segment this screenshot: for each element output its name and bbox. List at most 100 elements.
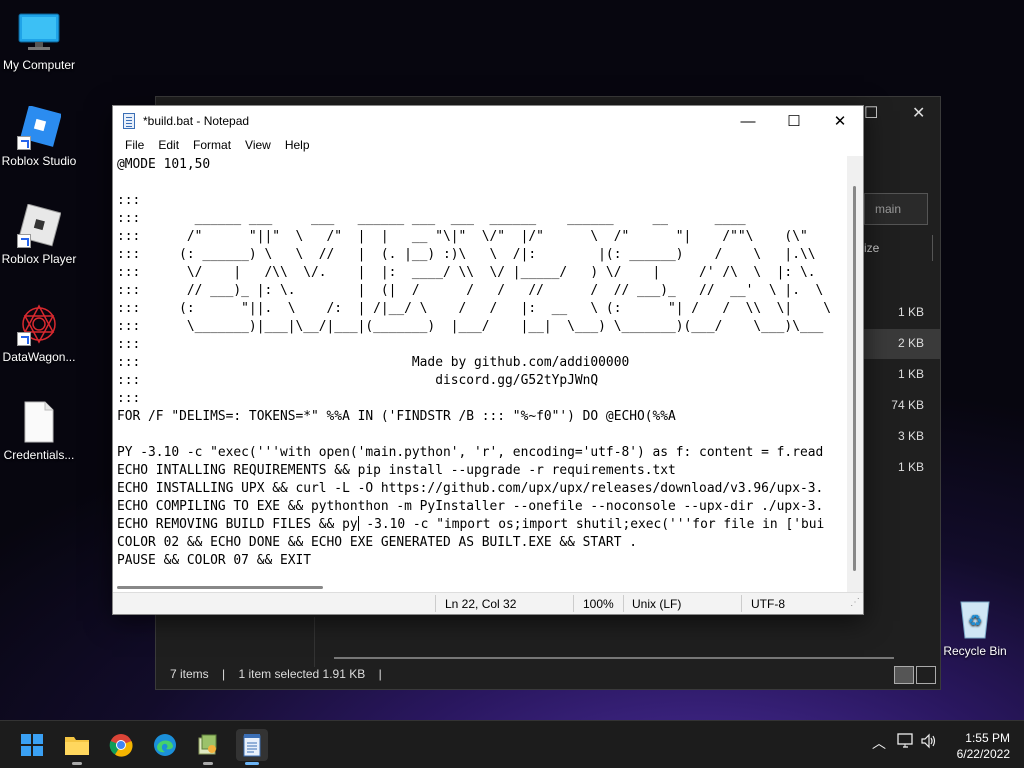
close-button[interactable]: ✕: [817, 106, 863, 136]
control-panel-icon: [198, 734, 217, 755]
desktop-icon-label: Roblox Studio: [1, 154, 77, 168]
status-divider: [623, 595, 624, 612]
text-line: ECHO INTALLING REQUIREMENTS && pip insta…: [117, 463, 676, 478]
text-line: ::: \/ | /\\ \/. | |: ____/ \\ \/ |_____…: [117, 265, 816, 280]
item-count: 7 items: [170, 667, 209, 681]
text-line: ECHO COMPILING TO EXE && pythonthon -m P…: [117, 499, 824, 514]
resize-grip-icon[interactable]: ⋰: [850, 597, 860, 608]
desktop-icon-label: Credentials...: [3, 448, 75, 462]
tiles-view-button[interactable]: [916, 666, 936, 684]
shortcut-arrow-icon: [17, 332, 31, 346]
desktop-icon-label: Recycle Bin: [943, 644, 1007, 658]
file-size: 1 KB: [897, 460, 924, 474]
menu-help[interactable]: Help: [279, 136, 316, 156]
explorer-status-bar: 7 items | 1 item selected 1.91 KB |: [156, 659, 940, 689]
show-hidden-icons-chevron-up-icon[interactable]: ︿: [872, 733, 886, 753]
network-icon[interactable]: [897, 733, 915, 752]
notepad-icon: [123, 113, 135, 129]
running-indicator: [203, 762, 213, 765]
selection-info: 1 item selected 1.91 KB: [238, 667, 366, 681]
file-size: 74 KB: [891, 398, 924, 412]
recycle-bin-icon: ♻: [953, 596, 997, 640]
status-bar: Ln 22, Col 32 100% Unix (LF) UTF-8 ⋰: [113, 592, 863, 614]
desktop-icon-roblox-player[interactable]: Roblox Player: [0, 203, 79, 266]
horizontal-scrollbar[interactable]: [113, 576, 849, 593]
column-divider: [932, 235, 933, 261]
clock-time: 1:55 PM: [965, 731, 1010, 745]
menu-format[interactable]: Format: [187, 136, 237, 156]
monitor-icon: [17, 10, 61, 54]
edge-icon: [154, 734, 176, 756]
chrome-taskbar-button[interactable]: [105, 729, 137, 761]
text-line: ::: ______ ___ ___ ______ ___ ___ ______…: [117, 211, 746, 226]
desktop-icon-label: DataWagon...: [2, 350, 76, 364]
desktop-icon-label: Roblox Player: [1, 252, 77, 266]
editor-content[interactable]: @MODE 101,50 ::: ::: ______ ___ ___ ____…: [117, 156, 849, 570]
vertical-scrollbar[interactable]: [847, 156, 863, 593]
edge-taskbar-button[interactable]: [149, 729, 181, 761]
text-line: ::: \_______)|___|\__/|___|(_______) |__…: [117, 319, 824, 334]
size-column-header[interactable]: ize: [864, 241, 879, 255]
status-divider: |: [378, 667, 382, 681]
text-editor[interactable]: @MODE 101,50 ::: ::: ______ ___ ___ ____…: [113, 156, 849, 593]
menu-bar: File Edit Format View Help: [113, 136, 863, 156]
volume-icon[interactable]: [920, 733, 938, 752]
running-indicator: [245, 762, 259, 765]
text-line: ::: // ___)_ |: \. | (| / / / // / // __…: [117, 283, 824, 298]
text-line: @MODE 101,50: [117, 157, 211, 172]
text-file-icon: [17, 400, 61, 444]
running-indicator: [72, 762, 82, 765]
text-line: PAUSE && COLOR 07 && EXIT: [117, 553, 312, 568]
menu-file[interactable]: File: [119, 136, 150, 156]
cursor-position: Ln 22, Col 32: [445, 597, 517, 611]
file-size: 3 KB: [897, 429, 924, 443]
encoding: UTF-8: [751, 597, 785, 611]
window-title: *build.bat - Notepad: [143, 114, 250, 128]
desktop-icon-recycle-bin[interactable]: ♻ Recycle Bin: [935, 596, 1015, 658]
details-view-button[interactable]: [894, 666, 914, 684]
notepad-window[interactable]: *build.bat - Notepad — ☐ ✕ File Edit For…: [112, 105, 864, 615]
text-line: ECHO REMOVING BUILD FILES && py: [117, 517, 358, 532]
scrollbar-thumb[interactable]: [853, 186, 856, 571]
shortcut-arrow-icon: [17, 234, 31, 248]
app-taskbar-button[interactable]: [192, 729, 224, 765]
file-size: 2 KB: [897, 336, 924, 350]
close-icon[interactable]: ✕: [912, 103, 925, 123]
start-button[interactable]: [16, 729, 48, 761]
clock-date: 6/22/2022: [956, 747, 1010, 761]
status-divider: [435, 595, 436, 612]
file-size: 1 KB: [897, 305, 924, 319]
minimize-button[interactable]: —: [725, 106, 771, 136]
datawagon-icon: [17, 302, 61, 346]
text-line: PY -3.10 -c "exec('''with open('main.pyt…: [117, 445, 824, 460]
desktop-icon-roblox-studio[interactable]: Roblox Studio: [0, 105, 79, 168]
roblox-player-icon: [17, 203, 62, 248]
desktop-icon-credentials[interactable]: Credentials...: [0, 400, 79, 462]
text-line: FOR /F "DELIMS=: TOKENS=*" %%A IN ('FIND…: [117, 409, 676, 424]
line-endings: Unix (LF): [632, 597, 682, 611]
status-divider: [573, 595, 574, 612]
search-input[interactable]: main: [864, 193, 928, 225]
scrollbar-thumb[interactable]: [117, 586, 323, 589]
file-size: 1 KB: [897, 367, 924, 381]
shortcut-arrow-icon: [17, 136, 31, 150]
svg-text:♻: ♻: [968, 611, 982, 630]
text-line: :::: [117, 193, 141, 208]
maximize-icon[interactable]: ☐: [864, 103, 878, 123]
zoom-level: 100%: [583, 597, 614, 611]
notepad-icon: [243, 734, 261, 757]
system-clock[interactable]: 1:55 PM 6/22/2022: [948, 730, 1010, 762]
file-explorer-taskbar-button[interactable]: [61, 729, 93, 765]
desktop-icon-my-computer[interactable]: My Computer: [0, 10, 79, 72]
title-bar[interactable]: *build.bat - Notepad — ☐ ✕: [113, 106, 863, 136]
notepad-taskbar-button[interactable]: [236, 729, 268, 765]
maximize-button[interactable]: ☐: [771, 106, 817, 136]
text-line: ECHO INSTALLING UPX && curl -L -O https:…: [117, 481, 824, 496]
menu-edit[interactable]: Edit: [152, 136, 185, 156]
text-line: ::: /" "||" \ /" | | __ "\|" \/" |/" \ /…: [117, 229, 808, 244]
desktop-icon-datawagon[interactable]: DataWagon...: [0, 302, 79, 364]
text-line: ::: discord.gg/G52tYpJWnQ: [117, 373, 599, 388]
chrome-icon: [109, 734, 133, 757]
menu-view[interactable]: View: [239, 136, 277, 156]
windows-logo-icon: [21, 734, 43, 756]
